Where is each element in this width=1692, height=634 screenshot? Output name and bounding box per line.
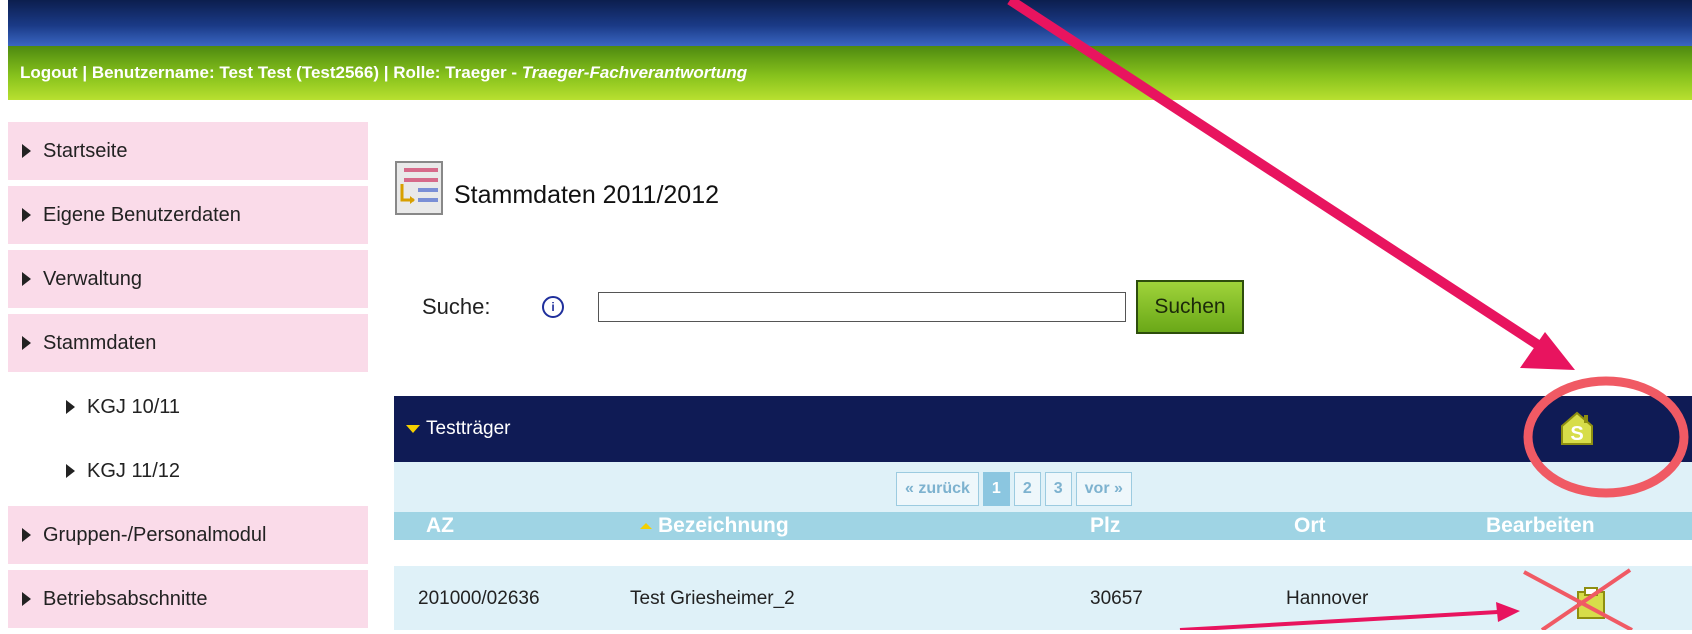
column-header-label: Bezeichnung [658,514,789,537]
separator: | [82,63,92,82]
sidebar: Startseite Eigene Benutzerdaten Verwaltu… [8,122,368,634]
table-row[interactable]: 201000/02636 Test Griesheimer_2 30657 Ha… [394,566,1692,630]
cell-az: 201000/02636 [418,588,540,609]
table-header: AZ Bezeichnung Plz Ort Bearbeiten [394,512,1692,540]
sidebar-item-stammdaten[interactable]: Stammdaten [8,314,368,372]
annotation-arrowhead [1520,332,1575,370]
triangle-down-icon[interactable] [406,425,420,433]
triangle-right-icon [22,592,31,606]
page-title: Stammdaten 2011/2012 [454,181,720,209]
separator: | [383,63,394,82]
triangle-right-icon [66,400,75,414]
sidebar-item-label: Betriebsabschnitte [43,587,208,610]
svg-text:S: S [1570,423,1583,445]
sidebar-item-eigene-benutzerdaten[interactable]: Eigene Benutzerdaten [8,186,368,244]
sidebar-item-label: Gruppen-/Personalmodul [43,523,267,546]
sort-ascending-icon [640,523,652,530]
pager-next-button[interactable]: vor » [1075,472,1132,506]
panel-title[interactable]: Testträger [426,418,510,440]
search-label: Suche: [422,294,491,319]
info-icon[interactable]: i [542,296,564,318]
sidebar-subitem-kgj-11-12[interactable]: KGJ 11/12 [8,442,368,500]
sidebar-subitem-kgj-10-11[interactable]: KGJ 10/11 [8,378,368,436]
cell-bezeichnung: Test Griesheimer_2 [630,588,795,609]
pager-page-3[interactable]: 3 [1044,472,1072,506]
pager-page-1[interactable]: 1 [982,472,1010,506]
triangle-right-icon [66,464,75,478]
sidebar-item-verwaltung[interactable]: Verwaltung [8,250,368,308]
sidebar-item-label: KGJ 11/12 [87,459,181,482]
triangle-right-icon [22,528,31,542]
pager-bar: « zurück 1 2 3 vor » [394,462,1692,512]
search-button[interactable]: Suchen [1136,280,1244,334]
logout-link[interactable]: Logout [20,63,78,82]
role-label: Rolle: Traeger [393,63,507,82]
role-value: Traeger-Fachverantwortung [521,63,748,82]
stammdaten-house-icon[interactable]: S [1560,410,1594,446]
triangle-right-icon [22,272,31,286]
user-bar: Logout | Benutzername: Test Test (Test25… [8,46,1692,100]
cell-plz: 30657 [1090,588,1143,609]
pager-prev-button[interactable]: « zurück [896,472,979,506]
sidebar-item-label: Stammdaten [43,331,157,354]
sidebar-item-gruppen-personalmodul[interactable]: Gruppen-/Personalmodul [8,506,368,564]
sidebar-item-label: KGJ 10/11 [87,395,181,418]
sidebar-item-startseite[interactable]: Startseite [8,122,368,180]
page-header: Stammdaten 2011/2012 [394,160,719,216]
column-header-ort[interactable]: Ort [1294,514,1326,538]
sidebar-item-betriebsabschnitte[interactable]: Betriebsabschnitte [8,570,368,628]
panel-header: Testträger S [394,396,1692,462]
pagination: « zurück 1 2 3 vor » [896,472,1132,506]
search-input[interactable] [598,292,1126,322]
sidebar-item-label: Verwaltung [43,267,142,290]
triangle-right-icon [22,336,31,350]
column-header-plz[interactable]: Plz [1090,514,1120,538]
top-banner [8,0,1692,46]
triangle-right-icon [22,144,31,158]
document-list-icon [395,161,443,215]
sidebar-item-label: Eigene Benutzerdaten [43,203,241,226]
edit-icon[interactable] [1574,586,1610,620]
column-header-bezeichnung[interactable]: Bezeichnung [640,514,789,538]
pager-page-2[interactable]: 2 [1013,472,1041,506]
column-header-az[interactable]: AZ [426,514,454,538]
username-label: Benutzername: Test Test (Test2566) [91,63,380,82]
separator: - [511,63,522,82]
sidebar-item-label: Startseite [43,139,128,162]
column-header-bearbeiten: Bearbeiten [1486,514,1595,537]
cell-ort: Hannover [1286,588,1369,609]
triangle-right-icon [22,208,31,222]
search-row: Suche: i Suchen [422,280,1244,334]
